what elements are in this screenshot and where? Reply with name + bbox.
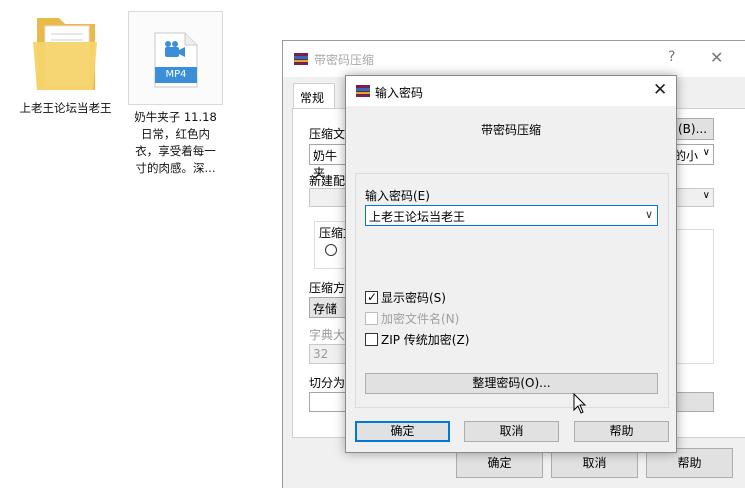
- encrypt-names-checkbox[interactable]: 加密文件名(N): [365, 310, 459, 327]
- method-label: 压缩方: [309, 281, 346, 295]
- browse-button[interactable]: (B)...: [671, 118, 714, 140]
- profile-select-right[interactable]: ∨: [671, 188, 714, 207]
- cancel-button[interactable]: 取消: [464, 421, 559, 442]
- folder-icon: [32, 18, 97, 90]
- password-label: 输入密码(E): [365, 189, 430, 203]
- dialog-title: 带密码压缩: [314, 53, 375, 67]
- folder-label: 上老王论坛当老王: [19, 101, 112, 115]
- options-panel: [675, 229, 714, 364]
- zip-legacy-checkbox[interactable]: ZIP 传统加密(Z): [365, 331, 469, 348]
- title-bar: 带密码压缩 ? ✕: [283, 41, 745, 77]
- format-radio[interactable]: [325, 244, 337, 256]
- zip-legacy-label: ZIP 传统加密(Z): [381, 333, 470, 347]
- desktop-folder[interactable]: 上老王论坛当老王: [18, 12, 113, 117]
- show-password-label: 显示密码(S): [381, 291, 446, 305]
- dialog-heading: 带密码压缩: [480, 123, 541, 137]
- profile-label: 新建配: [309, 174, 346, 188]
- check-icon: ✓: [367, 290, 378, 304]
- dict-label: 字典大: [309, 328, 346, 342]
- set-password-button[interactable]: [675, 392, 714, 412]
- size-select[interactable]: 的小 ∨: [671, 144, 714, 165]
- video-label: 奶牛夹子 11.18 日常，红色内衣，享受着每一寸的肉感。深...: [134, 110, 217, 175]
- title-bar: 输入密码 ✕: [346, 76, 676, 106]
- password-dialog: 输入密码 ✕ 带密码压缩 输入密码(E) 上老王论坛当老王 ∨ ✓ 显示密码(S…: [345, 75, 677, 453]
- dialog-title: 输入密码: [375, 86, 424, 100]
- encrypt-names-label: 加密文件名(N): [381, 312, 460, 326]
- method-select[interactable]: 存储: [309, 297, 349, 318]
- checkbox-box[interactable]: [365, 333, 378, 346]
- split-label: 切分为: [309, 376, 346, 390]
- checkbox-box[interactable]: ✓: [365, 290, 378, 304]
- close-icon[interactable]: ✕: [710, 48, 723, 67]
- chevron-down-icon[interactable]: ∨: [645, 208, 653, 221]
- dict-select[interactable]: 32: [309, 344, 349, 364]
- ok-button[interactable]: 确定: [355, 421, 450, 442]
- help-button[interactable]: 帮助: [574, 421, 669, 442]
- help-icon[interactable]: ?: [668, 49, 675, 65]
- checkbox-box[interactable]: [365, 312, 378, 325]
- mouse-cursor-icon: [573, 393, 587, 414]
- mp4-badge: MP4: [155, 67, 197, 83]
- password-value: 上老王论坛当老王: [369, 210, 466, 224]
- show-password-checkbox[interactable]: ✓ 显示密码(S): [365, 289, 446, 306]
- archive-name-label: 压缩文: [309, 127, 346, 141]
- winrar-icon: [356, 85, 370, 97]
- password-combo[interactable]: 上老王论坛当老王 ∨: [365, 205, 658, 226]
- split-input[interactable]: [309, 392, 349, 412]
- organize-passwords-button[interactable]: 整理密码(O)...: [365, 373, 658, 394]
- winrar-icon: [294, 53, 308, 65]
- tab-general[interactable]: 常规: [293, 83, 335, 109]
- profile-select[interactable]: [309, 188, 349, 207]
- close-icon[interactable]: ✕: [653, 80, 667, 100]
- archive-name-input[interactable]: 奶牛夹: [309, 144, 349, 180]
